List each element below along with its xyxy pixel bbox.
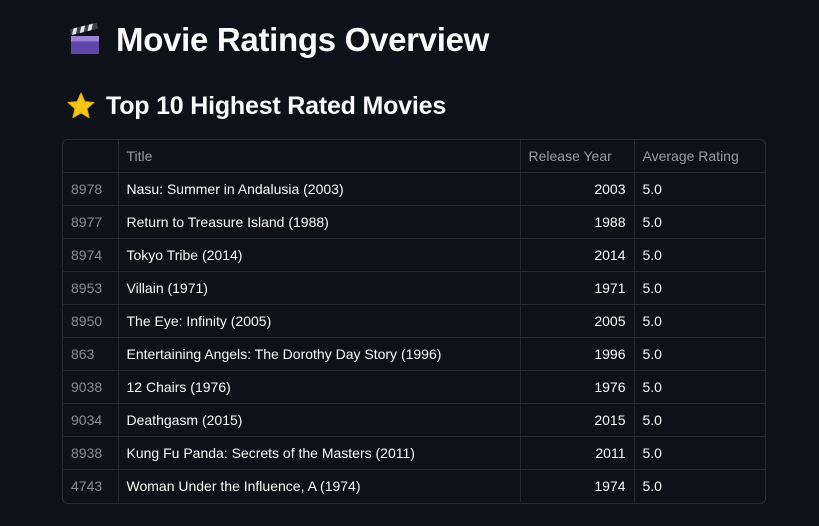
average-rating-cell[interactable]: 5.0 xyxy=(634,436,765,470)
movies-dataframe[interactable]: Title Release Year Average Rating 8978 Na… xyxy=(62,139,766,504)
index-column-header[interactable] xyxy=(63,140,119,173)
table-row[interactable]: 8977 Return to Treasure Island (1988) 1988… xyxy=(63,205,765,239)
table-row[interactable]: 8950 The Eye: Infinity (2005) 2005 5.0 xyxy=(63,304,765,338)
movies-table: Title Release Year Average Rating 8978 Na… xyxy=(63,140,765,502)
table-row[interactable]: 8953 Villain (1971) 1971 5.0 xyxy=(63,271,765,305)
title-cell[interactable]: The Eye: Infinity (2005) xyxy=(118,304,521,338)
table-row[interactable]: 8978 Nasu: Summer in Andalusia (2003) 2003… xyxy=(63,172,765,206)
page-header: Movie Ratings Overview xyxy=(68,18,489,62)
app-page: Movie Ratings Overview Top 10 Highest Ra… xyxy=(0,0,819,526)
average-rating-cell[interactable]: 5.0 xyxy=(634,172,765,206)
average-rating-cell[interactable]: 5.0 xyxy=(634,238,765,272)
release-year-cell[interactable]: 1996 xyxy=(520,337,635,371)
row-index-cell[interactable]: 863 xyxy=(63,337,119,371)
row-index-cell[interactable]: 4743 xyxy=(63,469,119,502)
average-rating-cell[interactable]: 5.0 xyxy=(634,470,765,503)
row-index-cell[interactable]: 9034 xyxy=(63,403,119,437)
table-row[interactable]: 4743 Woman Under the Influence, A (1974) 1… xyxy=(63,469,765,503)
table-row[interactable]: 863 Entertaining Angels: The Dorothy Day … xyxy=(63,337,765,371)
average-rating-cell[interactable]: 5.0 xyxy=(634,304,765,338)
title-cell[interactable]: 12 Chairs (1976) xyxy=(118,370,521,404)
row-index-cell[interactable]: 8978 xyxy=(63,172,119,206)
release-year-cell[interactable]: 2003 xyxy=(520,172,635,206)
row-index-cell[interactable]: 8938 xyxy=(63,436,119,470)
table-row[interactable]: 8974 Tokyo Tribe (2014) 2014 5.0 xyxy=(63,238,765,272)
average-rating-cell[interactable]: 5.0 xyxy=(634,370,765,404)
table-row[interactable]: 9038 12 Chairs (1976) 1976 5.0 xyxy=(63,370,765,404)
title-column-header[interactable]: Title xyxy=(118,140,521,173)
title-cell[interactable]: Entertaining Angels: The Dorothy Day Sto… xyxy=(118,337,521,371)
table-header-row: Title Release Year Average Rating xyxy=(63,140,765,173)
title-cell[interactable]: Nasu: Summer in Andalusia (2003) xyxy=(118,172,521,206)
row-index-cell[interactable]: 8977 xyxy=(63,205,119,239)
release-year-cell[interactable]: 1976 xyxy=(520,370,635,404)
title-cell[interactable]: Woman Under the Influence, A (1974) xyxy=(118,469,521,502)
row-index-cell[interactable]: 8950 xyxy=(63,304,119,338)
title-cell[interactable]: Return to Treasure Island (1988) xyxy=(118,205,521,239)
table-row[interactable]: 9034 Deathgasm (2015) 2015 5.0 xyxy=(63,403,765,437)
average-rating-cell[interactable]: 5.0 xyxy=(634,337,765,371)
clapper-board-icon xyxy=(68,22,102,57)
average-rating-cell[interactable]: 5.0 xyxy=(634,271,765,305)
average-rating-cell[interactable]: 5.0 xyxy=(634,205,765,239)
row-index-cell[interactable]: 9038 xyxy=(63,370,119,404)
section-header: Top 10 Highest Rated Movies xyxy=(66,88,446,124)
section-title: Top 10 Highest Rated Movies xyxy=(106,91,447,120)
release-year-column-header[interactable]: Release Year xyxy=(520,140,635,173)
average-rating-cell[interactable]: 5.0 xyxy=(634,403,765,437)
release-year-cell[interactable]: 2005 xyxy=(520,304,635,338)
title-cell[interactable]: Deathgasm (2015) xyxy=(118,403,521,437)
title-cell[interactable]: Villain (1971) xyxy=(118,271,521,305)
release-year-cell[interactable]: 2011 xyxy=(520,436,635,470)
release-year-cell[interactable]: 1974 xyxy=(520,469,635,502)
title-cell[interactable]: Kung Fu Panda: Secrets of the Masters (2… xyxy=(118,436,521,470)
row-index-cell[interactable]: 8974 xyxy=(63,238,119,272)
page-title: Movie Ratings Overview xyxy=(116,21,490,58)
table-row[interactable]: 8938 Kung Fu Panda: Secrets of the Master… xyxy=(63,436,765,470)
title-cell[interactable]: Tokyo Tribe (2014) xyxy=(118,238,521,272)
average-rating-column-header[interactable]: Average Rating xyxy=(634,140,765,173)
table-body: 8978 Nasu: Summer in Andalusia (2003) 2003… xyxy=(63,172,765,503)
release-year-cell[interactable]: 1988 xyxy=(520,205,635,239)
release-year-cell[interactable]: 2014 xyxy=(520,238,635,272)
release-year-cell[interactable]: 2015 xyxy=(520,403,635,437)
star-icon xyxy=(66,91,96,121)
release-year-cell[interactable]: 1971 xyxy=(520,271,635,305)
row-index-cell[interactable]: 8953 xyxy=(63,271,119,305)
